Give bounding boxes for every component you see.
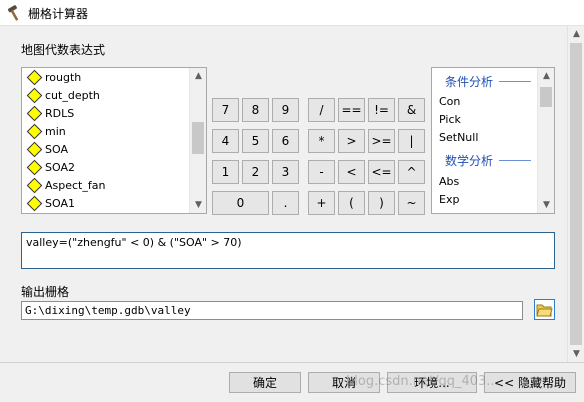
key-plus[interactable]: + xyxy=(308,191,335,215)
scroll-up-icon[interactable]: ▲ xyxy=(568,26,584,42)
expression-input[interactable]: valley=("zhengfu" < 0) & ("SOA" > 70) xyxy=(21,232,555,269)
scroll-up-icon[interactable]: ▲ xyxy=(190,68,206,84)
function-item-con[interactable]: Con xyxy=(439,93,460,111)
key-5[interactable]: 5 xyxy=(242,129,269,153)
key-2[interactable]: 2 xyxy=(242,160,269,184)
layer-item-soa[interactable]: SOA xyxy=(22,140,190,158)
function-item-abs[interactable]: Abs xyxy=(439,173,459,191)
map-algebra-label: 地图代数表达式 xyxy=(21,43,106,57)
ok-button[interactable]: 确定 xyxy=(229,372,301,393)
scroll-down-icon[interactable]: ▼ xyxy=(538,197,554,213)
group-divider xyxy=(499,159,531,161)
key-divide[interactable]: / xyxy=(308,98,335,122)
key-greater-equal[interactable]: >= xyxy=(368,129,395,153)
layer-item-soa2[interactable]: SOA2 xyxy=(22,158,190,176)
layer-label: rougth xyxy=(45,70,82,84)
scroll-down-icon[interactable]: ▼ xyxy=(568,346,584,362)
key-7[interactable]: 7 xyxy=(212,98,239,122)
dialog-scrollbar[interactable]: ▲ ▼ xyxy=(567,26,584,362)
scroll-thumb[interactable] xyxy=(570,43,582,345)
window-title: 栅格计算器 xyxy=(28,7,89,21)
layer-item-rougth[interactable]: rougth xyxy=(22,68,190,86)
hide-help-button[interactable]: << 隐藏帮助 xyxy=(484,372,576,393)
raster-layer-icon xyxy=(26,105,43,121)
key-less[interactable]: < xyxy=(338,160,365,184)
output-raster-field[interactable]: G:\dixing\temp.gdb\valley xyxy=(21,301,523,320)
key-1[interactable]: 1 xyxy=(212,160,239,184)
raster-layer-icon xyxy=(26,177,43,193)
key-multiply[interactable]: * xyxy=(308,129,335,153)
output-raster-label: 输出栅格 xyxy=(21,285,70,299)
key-open-paren[interactable]: ( xyxy=(338,191,365,215)
key-less-equal[interactable]: <= xyxy=(368,160,395,184)
function-item-pick[interactable]: Pick xyxy=(439,111,461,129)
environments-button[interactable]: 环境... xyxy=(387,372,477,393)
key-decimal[interactable]: . xyxy=(272,191,299,215)
key-3[interactable]: 3 xyxy=(272,160,299,184)
key-not-equal[interactable]: != xyxy=(368,98,395,122)
group-divider xyxy=(499,80,531,82)
key-minus[interactable]: - xyxy=(308,160,335,184)
hammer-icon xyxy=(7,5,19,21)
function-group-label: 数学分析 xyxy=(445,153,494,168)
raster-layer-icon xyxy=(26,123,43,139)
raster-layer-icon xyxy=(26,159,43,175)
key-xor[interactable]: ^ xyxy=(398,160,425,184)
key-6[interactable]: 6 xyxy=(272,129,299,153)
layer-list-scrollbar[interactable]: ▲ ▼ xyxy=(189,68,206,213)
layer-item-rdls[interactable]: RDLS xyxy=(22,104,190,122)
layer-label: min xyxy=(45,124,66,138)
layer-list[interactable]: rougth cut_depth RDLS min SOA SOA2 Aspec… xyxy=(21,67,207,214)
function-group-math: 数学分析 xyxy=(432,151,539,169)
function-group-label: 条件分析 xyxy=(445,74,494,89)
title-bar: 栅格计算器 xyxy=(0,0,584,26)
layer-label: SOA xyxy=(45,142,68,156)
layer-item-min[interactable]: min xyxy=(22,122,190,140)
scroll-down-icon[interactable]: ▼ xyxy=(190,197,206,213)
layer-label: RDLS xyxy=(45,106,75,120)
left-edge xyxy=(0,26,8,362)
layer-item-soa1[interactable]: SOA1 xyxy=(22,194,190,212)
layer-label: cut_depth xyxy=(45,88,100,102)
scroll-up-icon[interactable]: ▲ xyxy=(538,68,554,84)
raster-layer-icon xyxy=(26,195,43,211)
scroll-thumb[interactable] xyxy=(192,122,204,154)
scroll-thumb[interactable] xyxy=(540,87,552,107)
layer-label: SOA1 xyxy=(45,196,75,210)
raster-layer-icon xyxy=(26,87,43,103)
layer-label: SOA2 xyxy=(45,160,75,174)
layer-label: Aspect_fan xyxy=(45,178,106,192)
function-item-setnull[interactable]: SetNull xyxy=(439,129,478,147)
function-list[interactable]: 条件分析 Con Pick SetNull 数学分析 Abs Exp ▲ ▼ xyxy=(431,67,555,214)
key-equal[interactable]: == xyxy=(338,98,365,122)
function-list-scrollbar[interactable]: ▲ ▼ xyxy=(537,68,554,213)
key-greater[interactable]: > xyxy=(338,129,365,153)
folder-open-icon xyxy=(536,304,553,317)
footer-divider xyxy=(0,362,584,363)
key-4[interactable]: 4 xyxy=(212,129,239,153)
cancel-button[interactable]: 取消 xyxy=(308,372,380,393)
key-or[interactable]: | xyxy=(398,129,425,153)
key-close-paren[interactable]: ) xyxy=(368,191,395,215)
key-0[interactable]: 0 xyxy=(212,191,269,215)
layer-item-aspect-fan[interactable]: Aspect_fan xyxy=(22,176,190,194)
key-9[interactable]: 9 xyxy=(272,98,299,122)
layer-item-cut-depth[interactable]: cut_depth xyxy=(22,86,190,104)
function-group-conditional: 条件分析 xyxy=(432,72,539,90)
function-item-exp[interactable]: Exp xyxy=(439,191,459,209)
raster-layer-icon xyxy=(26,141,43,157)
key-not[interactable]: ~ xyxy=(398,191,425,215)
key-8[interactable]: 8 xyxy=(242,98,269,122)
raster-layer-icon xyxy=(26,69,43,85)
key-and[interactable]: & xyxy=(398,98,425,122)
browse-button[interactable] xyxy=(534,299,555,320)
